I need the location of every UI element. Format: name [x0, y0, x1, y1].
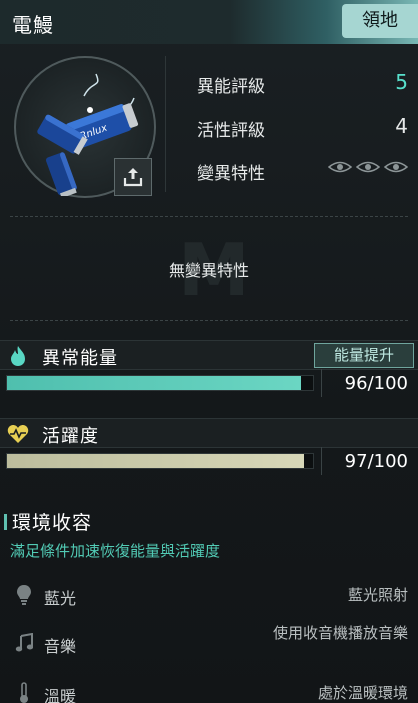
divider — [321, 447, 322, 475]
portrait-divider — [165, 56, 166, 192]
territory-tab[interactable]: 領地 — [342, 4, 418, 38]
mutation-text: 無變異特性 — [168, 261, 249, 280]
thermometer-icon — [14, 682, 34, 703]
section-marker — [4, 514, 7, 530]
activity-rating-label: 活性評級 — [197, 121, 265, 141]
energy-bar-fill — [7, 376, 301, 390]
activity-header: 活躍度 — [0, 418, 418, 448]
activity-bar-fill — [7, 454, 304, 468]
environment-item-name: 音樂 — [44, 637, 77, 656]
creature-name: 電鰻 — [12, 13, 54, 37]
activity-value: 97/100 — [344, 451, 408, 472]
energy-value: 96/100 — [344, 373, 408, 394]
ability-rating-label: 異能評級 — [197, 77, 265, 97]
divider — [321, 369, 322, 397]
activity-bar — [6, 453, 314, 469]
energy-header: 異常能量 能量提升 — [0, 340, 418, 370]
eye-icon — [328, 161, 352, 173]
environment-item-desc: 處於溫暖環境 — [317, 684, 408, 702]
eye-icon — [384, 161, 408, 173]
energy-bar — [6, 375, 314, 391]
activity-title: 活躍度 — [42, 426, 99, 447]
share-icon — [123, 168, 143, 187]
activity-rating-value: 4 — [395, 114, 408, 138]
divider — [10, 320, 408, 321]
flame-icon — [6, 345, 30, 367]
environment-item-desc: 藍光照射 — [347, 586, 408, 604]
mutation-trait-label: 變異特性 — [197, 164, 265, 184]
eye-icon — [356, 161, 380, 173]
mutation-slots — [328, 160, 408, 174]
music-note-icon — [14, 632, 34, 654]
environment-title: 環境收容 — [12, 512, 93, 534]
lightbulb-icon — [14, 584, 34, 606]
divider — [10, 216, 408, 217]
environment-item-name: 藍光 — [44, 589, 77, 608]
share-button[interactable] — [114, 158, 152, 196]
panel-header: 電鰻 領地 — [0, 0, 418, 44]
ability-rating-value: 5 — [395, 70, 408, 94]
energy-boost-button[interactable]: 能量提升 — [314, 343, 414, 368]
environment-item-desc: 使用收音機播放音樂 — [272, 624, 408, 642]
environment-subtitle: 滿足條件加速恢復能量與活躍度 — [10, 542, 221, 560]
creature-panel: 電鰻 領地 Rnlux 異能評級 5 活性評級 4 變異特性 M 無變異特性 異… — [0, 0, 418, 703]
environment-item-name: 溫暖 — [44, 687, 77, 703]
energy-title: 異常能量 — [42, 348, 118, 369]
heart-pulse-icon — [6, 423, 30, 445]
